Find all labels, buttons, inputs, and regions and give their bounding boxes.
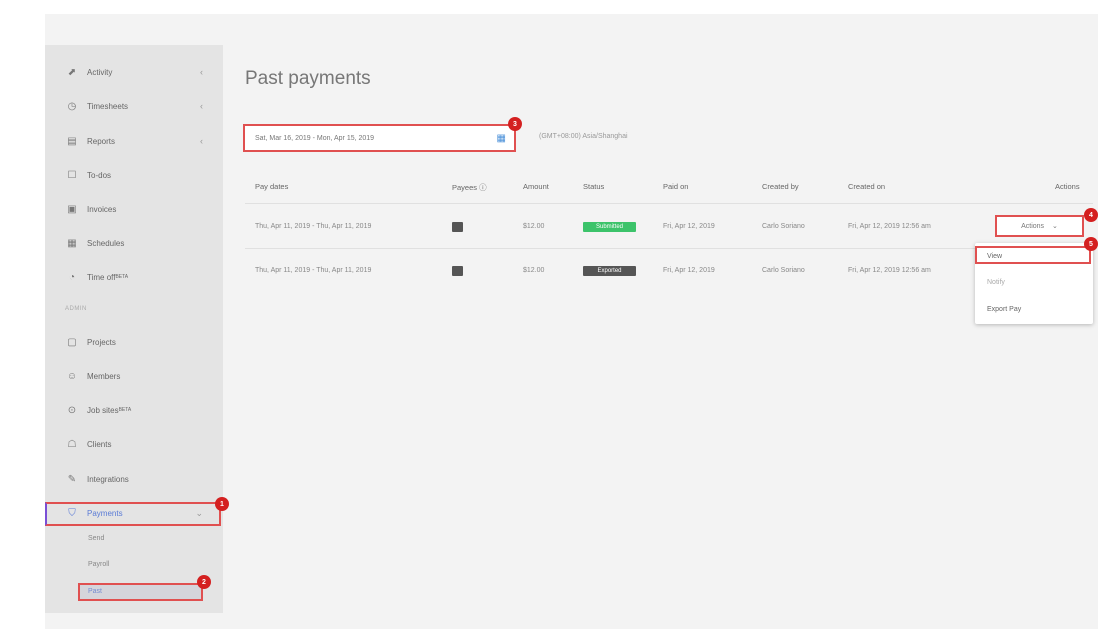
schedules-icon: ▦	[67, 237, 77, 249]
col-pay-dates: Pay dates	[255, 182, 289, 191]
annotation-badge-3: 3	[508, 117, 522, 131]
sidebar-item-label: Invoices	[87, 204, 117, 214]
annotation-badge-1: 1	[215, 497, 229, 511]
clients-icon: ☖	[67, 438, 77, 450]
table-divider	[245, 203, 1093, 204]
sidebar-item-members[interactable]: ☺ Members	[45, 365, 223, 387]
activity-icon: ⬈	[67, 66, 77, 78]
date-range-picker[interactable]: Sat, Mar 16, 2019 - Mon, Apr 15, 2019 ▦	[243, 124, 516, 152]
sidebar-item-label: Time off	[87, 272, 116, 282]
job-sites-icon: ⊙	[67, 404, 77, 416]
status-badge: Exported	[583, 266, 636, 276]
row1-paid-on: Fri, Apr 12, 2019	[663, 223, 715, 230]
chevron-left-icon: ‹	[200, 136, 203, 146]
col-paid-on: Paid on	[663, 182, 689, 191]
members-icon: ☺	[66, 370, 78, 382]
sidebar-item-label: Projects	[87, 337, 116, 347]
sidebar-item-projects[interactable]: ▢ Projects	[45, 331, 223, 353]
projects-icon: ▢	[67, 336, 77, 348]
col-created-on: Created on	[848, 182, 886, 191]
sidebar-item-invoices[interactable]: ▣ Invoices	[45, 198, 223, 220]
page-title: Past payments	[245, 68, 371, 89]
sidebar-item-label: Job sites	[87, 405, 119, 415]
sidebar-sub-payroll[interactable]: Payroll	[88, 561, 109, 568]
col-status: Status	[583, 182, 605, 191]
actions-dropdown-button[interactable]: Actions ⌄	[995, 215, 1084, 237]
sidebar-item-label: To-dos	[87, 170, 112, 180]
row1-amount: $12.00	[523, 223, 545, 230]
annotation-badge-5: 5	[1084, 237, 1098, 251]
chevron-down-icon: ⌄	[1052, 223, 1058, 230]
past-highlight	[78, 583, 203, 601]
annotation-badge-2: 2	[197, 575, 211, 589]
row2-paid-on: Fri, Apr 12, 2019	[663, 267, 715, 274]
row1-pay-dates: Thu, Apr 11, 2019 - Thu, Apr 11, 2019	[255, 223, 372, 230]
beta-tag: BETA	[118, 407, 132, 413]
invoices-icon: ▣	[67, 203, 77, 215]
table-divider	[245, 248, 1093, 249]
col-actions: Actions	[1055, 182, 1080, 191]
calendar-icon[interactable]: ▦	[497, 133, 506, 144]
col-payees: Payees ⓘ	[452, 183, 487, 192]
col-created-by: Created by	[762, 182, 799, 191]
chevron-left-icon: ‹	[200, 101, 203, 111]
help-icon[interactable]: ⓘ	[479, 183, 487, 192]
row2-created-by: Carlo Soriano	[762, 267, 805, 274]
sidebar-item-activity[interactable]: ⬈ Activity ‹	[45, 61, 223, 83]
view-highlight	[975, 246, 1091, 264]
annotation-badge-4: 4	[1084, 208, 1098, 222]
sidebar-item-label: Reports	[87, 136, 116, 146]
sidebar-item-timesheets[interactable]: ◷ Timesheets ‹	[45, 95, 223, 117]
row1-created-by: Carlo Soriano	[762, 223, 805, 230]
sidebar-item-job-sites[interactable]: ⊙ Job sites BETA	[45, 399, 223, 421]
sidebar-item-todos[interactable]: ☐ To-dos	[45, 164, 223, 186]
payments-highlight	[45, 502, 221, 526]
date-range-value: Sat, Mar 16, 2019 - Mon, Apr 15, 2019	[255, 134, 375, 142]
sidebar-item-timeoff[interactable]: ◔ Time off BETA	[45, 266, 223, 288]
sidebar-item-label: Integrations	[87, 474, 129, 484]
actions-label: Actions	[1021, 222, 1045, 230]
payee-avatar	[452, 222, 463, 232]
sidebar-item-label: Schedules	[87, 238, 125, 248]
sidebar-section-label: ADMIN	[65, 306, 87, 312]
timezone-label: (GMT+08:00) Asia/Shanghai	[539, 133, 628, 140]
row2-pay-dates: Thu, Apr 11, 2019 - Thu, Apr 11, 2019	[255, 267, 372, 274]
payee-avatar	[452, 266, 463, 276]
timeoff-icon: ◔	[68, 271, 76, 283]
sidebar-item-schedules[interactable]: ▦ Schedules	[45, 232, 223, 254]
menu-item-export-pay[interactable]: Export Pay	[987, 306, 1021, 313]
sidebar-item-label: Members	[87, 371, 121, 381]
chevron-left-icon: ‹	[200, 67, 203, 77]
row1-created-on: Fri, Apr 12, 2019 12:56 am	[848, 223, 931, 230]
integrations-icon: ✎	[67, 473, 77, 485]
sidebar-sub-send[interactable]: Send	[88, 535, 104, 542]
sidebar-item-integrations[interactable]: ✎ Integrations	[45, 468, 223, 490]
sidebar-item-reports[interactable]: ▤ Reports ‹	[45, 130, 223, 152]
menu-item-notify[interactable]: Notify	[987, 279, 1005, 286]
todos-icon: ☐	[67, 169, 77, 181]
beta-tag: BETA	[115, 274, 129, 280]
timesheets-icon: ◷	[67, 100, 77, 112]
sidebar-item-label: Clients	[87, 439, 112, 449]
reports-icon: ▤	[67, 135, 77, 147]
sidebar-item-label: Timesheets	[87, 101, 129, 111]
status-badge: Submitted	[583, 222, 636, 232]
row2-created-on: Fri, Apr 12, 2019 12:56 am	[848, 267, 931, 274]
col-amount: Amount	[523, 182, 549, 191]
sidebar-item-clients[interactable]: ☖ Clients	[45, 433, 223, 455]
row2-amount: $12.00	[523, 267, 545, 274]
sidebar-item-label: Activity	[87, 67, 113, 77]
